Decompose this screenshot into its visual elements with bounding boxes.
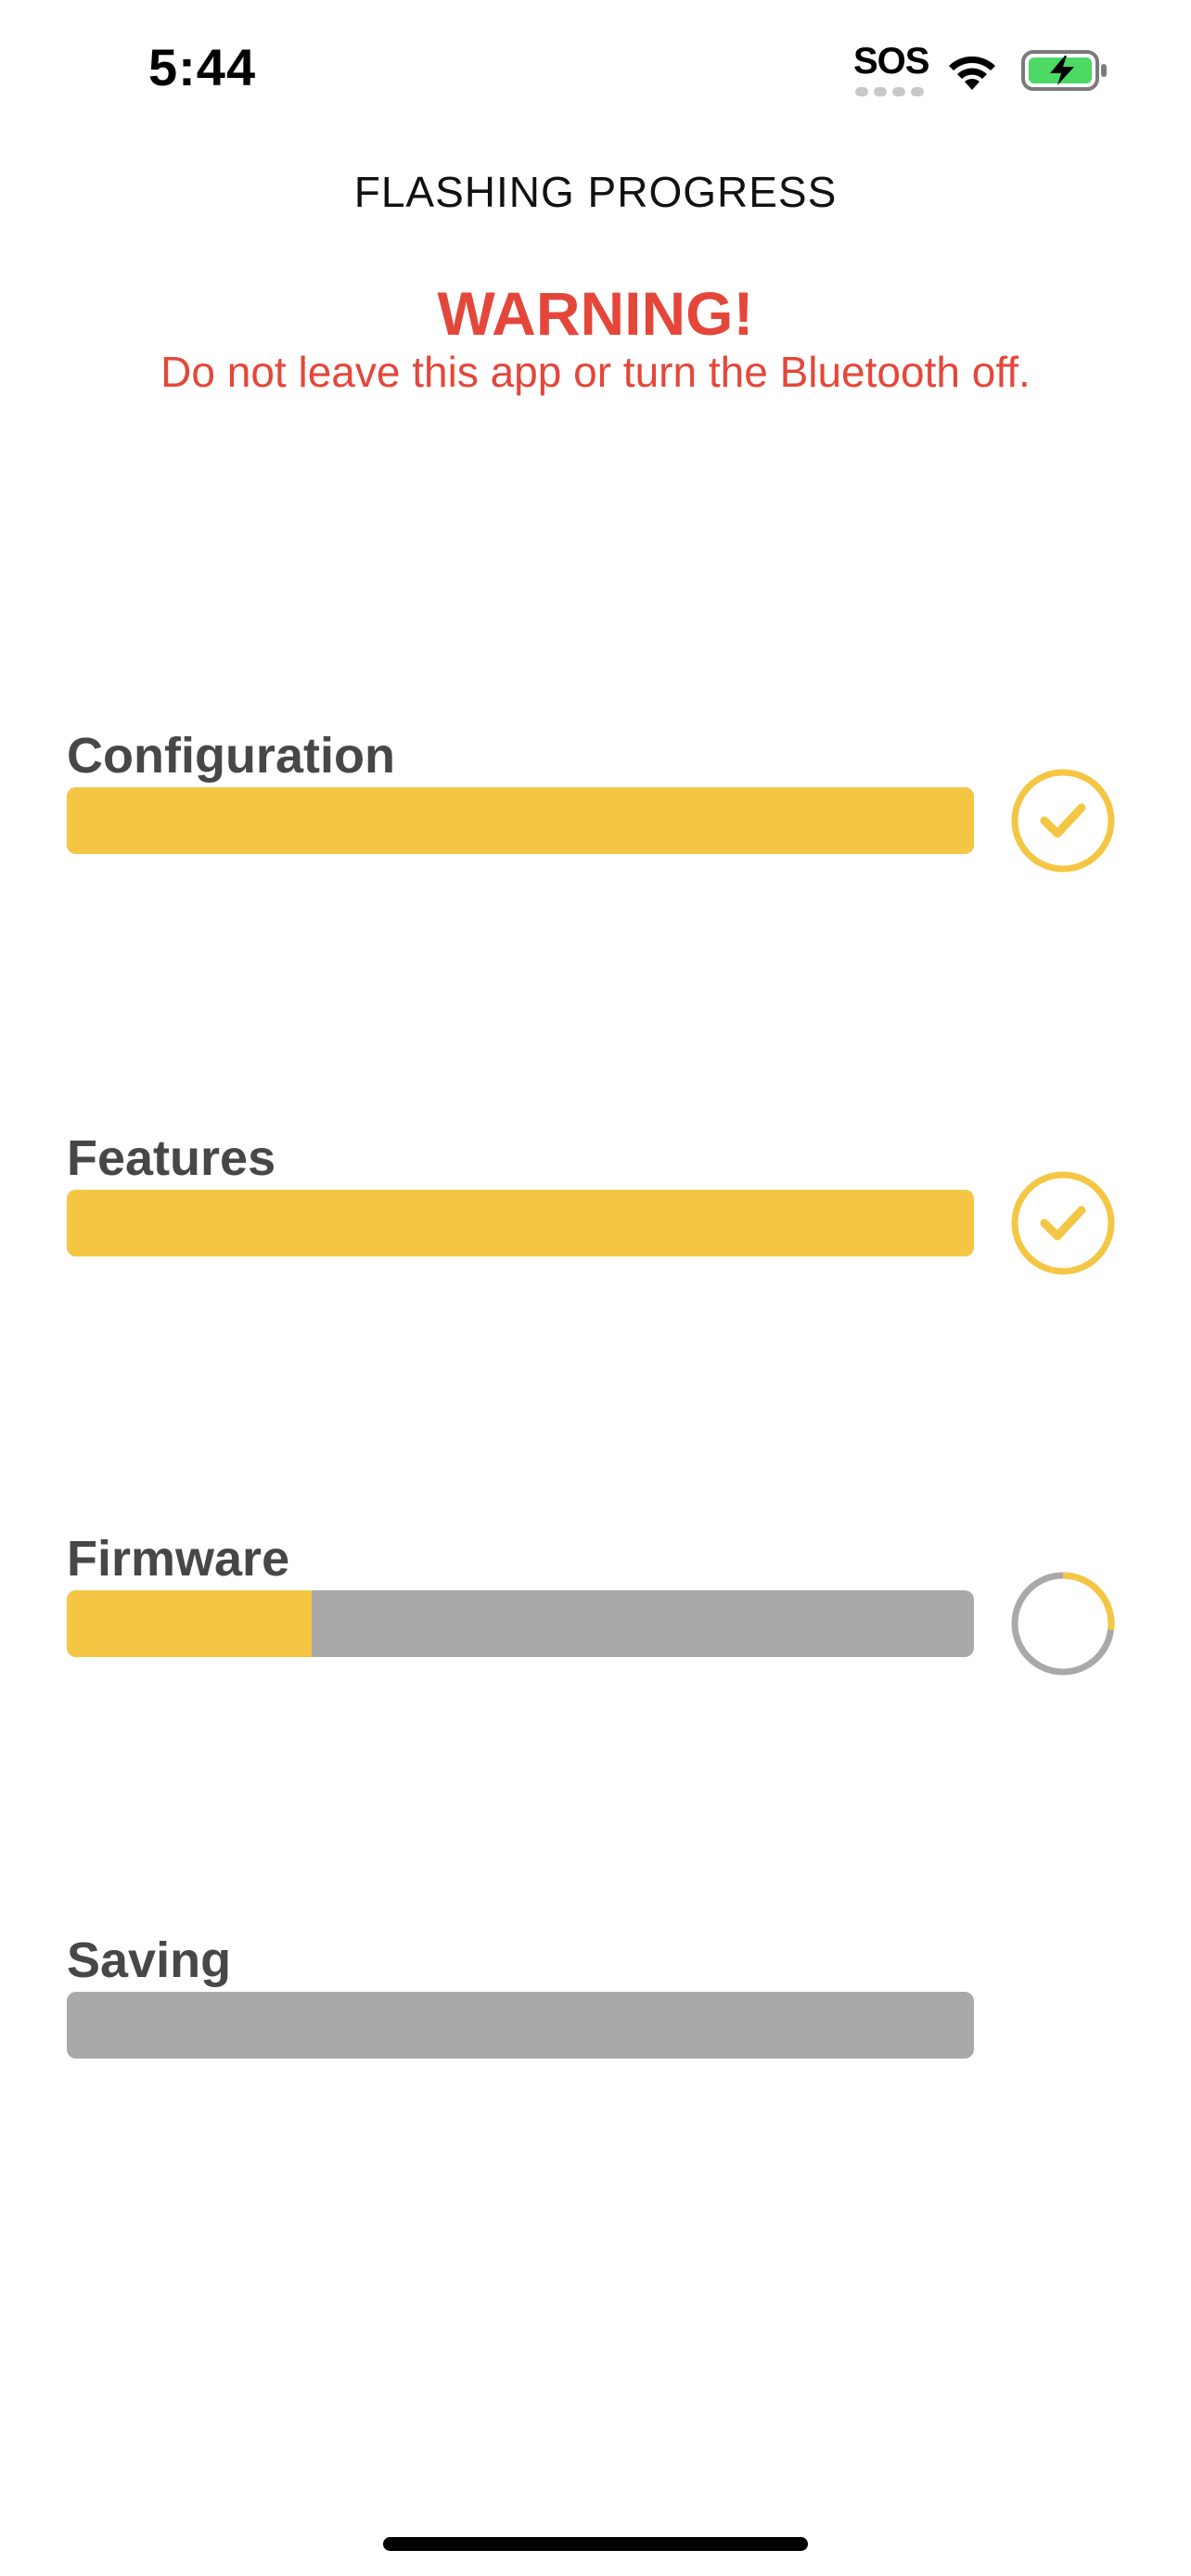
step-configuration: Configuration <box>67 727 1124 885</box>
status-icons: SOS <box>850 41 1109 100</box>
progress-bar <box>67 1590 974 1657</box>
progress-fill <box>67 787 974 854</box>
battery-charging-icon <box>1021 50 1107 91</box>
sos-indicator: SOS <box>850 41 929 100</box>
warning-title: WARNING! <box>437 279 754 348</box>
step-features: Features <box>67 1129 1124 1287</box>
progress-bar <box>67 1190 974 1256</box>
step-firmware: Firmware <box>67 1530 1124 1688</box>
wifi-icon <box>949 56 995 90</box>
checkmark-circle-icon <box>1011 769 1115 873</box>
page-title: FLASHING PROGRESS <box>353 168 838 216</box>
signal-dots-icon <box>855 87 924 96</box>
home-indicator[interactable] <box>383 2537 808 2551</box>
progress-bar <box>67 787 974 854</box>
status-bar: 5:44 SOS <box>0 0 1191 139</box>
step-label: Configuration <box>67 728 395 784</box>
progress-fill <box>67 1190 974 1256</box>
progress-bar <box>67 1992 974 2059</box>
step-label: Firmware <box>67 1531 290 1587</box>
step-label: Features <box>67 1130 276 1186</box>
warning-message: Do not leave this app or turn the Blueto… <box>160 348 1031 396</box>
step-saving: Saving <box>67 1932 1124 2089</box>
status-time: 5:44 <box>148 38 257 96</box>
checkmark-circle-icon <box>1011 1171 1115 1275</box>
sos-label: SOS <box>853 41 929 82</box>
step-label: Saving <box>67 1932 232 1988</box>
progress-ring-icon <box>1011 1572 1115 1676</box>
progress-fill <box>67 1590 313 1657</box>
